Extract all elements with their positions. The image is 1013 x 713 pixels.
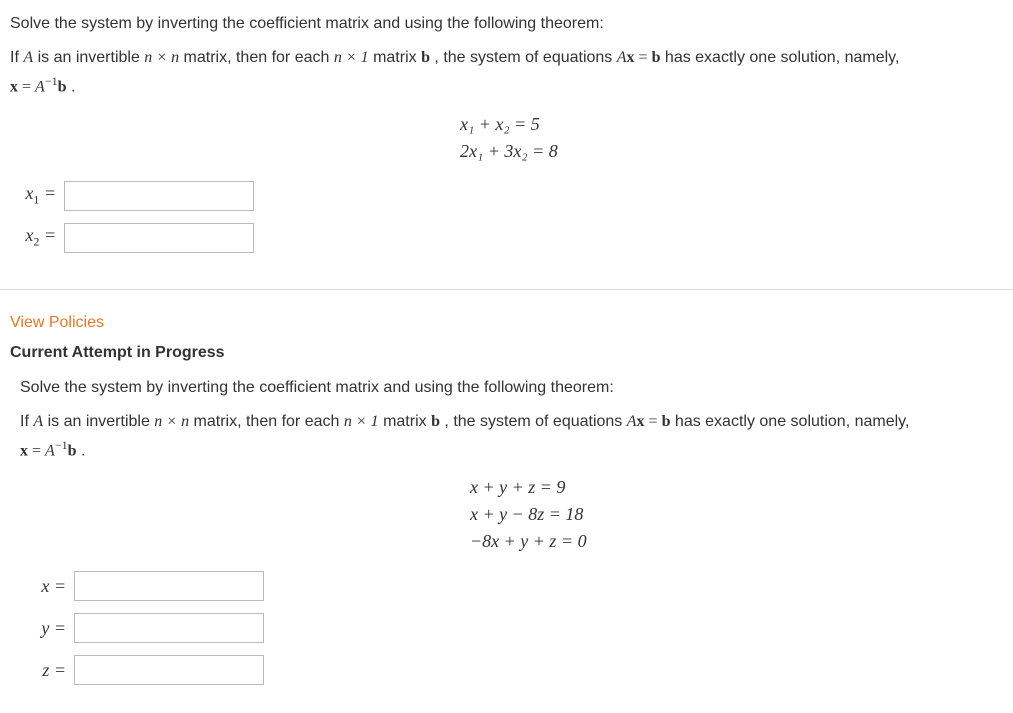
eq-1: x₁ + x₂ = 5 (460, 111, 1003, 138)
theorem-sol-A: A (35, 79, 45, 96)
theorem-b: b (421, 49, 430, 66)
answer-label-y: y = (30, 618, 74, 639)
theorem-eq: = (635, 49, 652, 66)
answer-input-z[interactable] (74, 655, 264, 685)
theorem-b: b (431, 413, 440, 430)
attempt-title: Current Attempt in Progress (10, 344, 1003, 362)
theorem-nx1: n × 1 (334, 49, 369, 66)
eq-3: −8x + y + z = 0 (470, 528, 993, 555)
theorem-sol-eq: = (28, 442, 45, 459)
theorem-text: , the system of equations (430, 49, 617, 66)
theorem-text: If (10, 49, 23, 66)
theorem-eq: = (645, 413, 662, 430)
problem-1: Solve the system by inverting the coeffi… (0, 0, 1013, 281)
theorem-A: A (33, 413, 43, 430)
problem-1-theorem: If A is an invertible n × n matrix, then… (10, 44, 1003, 101)
answer-row-x2: x2 = (20, 223, 1003, 253)
answer-row-y: y = (30, 613, 993, 643)
theorem-text: matrix (379, 413, 431, 430)
theorem-x: x (627, 49, 635, 66)
theorem-sol-dot: . (77, 442, 86, 459)
problem-2-prompt: Solve the system by inverting the coeffi… (20, 376, 993, 400)
theorem-text: , the system of equations (440, 413, 627, 430)
problem-2-equations: x + y + z = 9 x + y − 8z = 18 −8x + y + … (20, 474, 993, 555)
problem-2-section: View Policies Current Attempt in Progres… (0, 289, 1013, 713)
answer-row-z: z = (30, 655, 993, 685)
answer-label-x: x = (30, 576, 74, 597)
answer-label-z: z = (30, 660, 74, 681)
theorem-x: x (637, 413, 645, 430)
view-policies-link[interactable]: View Policies (10, 314, 1003, 332)
answer-input-x2[interactable] (64, 223, 254, 253)
eq-2: 2x₁ + 3x₂ = 8 (460, 138, 1003, 165)
answer-label-x1: x1 = (20, 183, 64, 208)
answer-input-y[interactable] (74, 613, 264, 643)
theorem-sol-dot: . (67, 79, 76, 96)
theorem-A: A (23, 49, 33, 66)
eq-2: x + y − 8z = 18 (470, 501, 993, 528)
problem-1-equations: x₁ + x₂ = 5 2x₁ + 3x₂ = 8 (10, 111, 1003, 165)
theorem-Ax: A (627, 413, 637, 430)
answer-eq: = (39, 183, 56, 203)
theorem-text: matrix (369, 49, 421, 66)
theorem-sol-A: A (45, 442, 55, 459)
answer-eq: = (39, 225, 56, 245)
theorem-text: has exactly one solution, namely, (670, 413, 909, 430)
problem-1-prompt: Solve the system by inverting the coeffi… (10, 12, 1003, 36)
theorem-nxn: n × n (154, 413, 189, 430)
theorem-sol-eq: = (18, 79, 35, 96)
theorem-sol-b: b (58, 79, 67, 96)
theorem-text: has exactly one solution, namely, (660, 49, 899, 66)
answer-row-x1: x1 = (20, 181, 1003, 211)
theorem-text: matrix, then for each (179, 49, 334, 66)
theorem-sol-x: x (20, 442, 28, 459)
problem-2-theorem: If A is an invertible n × n matrix, then… (20, 408, 993, 465)
answer-input-x1[interactable] (64, 181, 254, 211)
theorem-sol-exp: −1 (55, 438, 68, 452)
theorem-text: matrix, then for each (189, 413, 344, 430)
answer-label-x2: x2 = (20, 225, 64, 250)
answer-row-x: x = (30, 571, 993, 601)
theorem-sol-x: x (10, 79, 18, 96)
theorem-nx1: n × 1 (344, 413, 379, 430)
theorem-text: is an invertible (33, 49, 144, 66)
theorem-text: If (20, 413, 33, 430)
answer-input-x[interactable] (74, 571, 264, 601)
theorem-sol-exp: −1 (45, 74, 58, 88)
theorem-nxn: n × n (144, 49, 179, 66)
eq-1: x + y + z = 9 (470, 474, 993, 501)
theorem-sol-b: b (68, 442, 77, 459)
theorem-text: is an invertible (43, 413, 154, 430)
theorem-Ax: A (617, 49, 627, 66)
problem-2: Solve the system by inverting the coeffi… (10, 376, 1003, 686)
